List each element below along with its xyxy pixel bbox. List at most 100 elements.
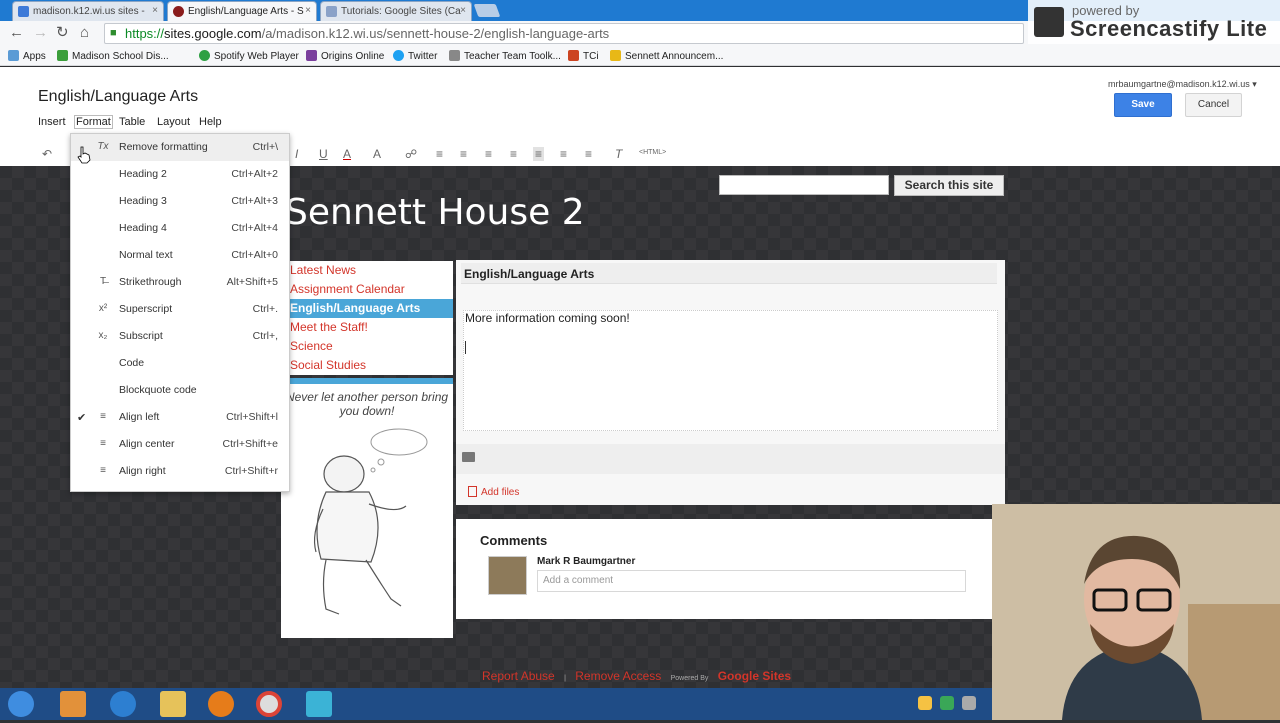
menu-item-shortcut: Ctrl+\ — [252, 141, 278, 153]
bookmark-twitter[interactable]: Twitter — [393, 50, 437, 62]
chrome-icon[interactable] — [256, 691, 282, 717]
remove-formatting-icon[interactable]: T — [615, 147, 622, 161]
address-bar[interactable]: ■ https://sites.google.com/a/madison.k12… — [104, 23, 1024, 44]
nav-item-meet-the-staff[interactable]: Meet the Staff! — [281, 318, 453, 337]
menu-item-blockquote-code[interactable]: Blockquote code — [71, 377, 289, 404]
menu-item-label: Remove formatting — [119, 141, 208, 153]
menu-item-code[interactable]: Code — [71, 350, 289, 377]
bookmark-tci[interactable]: TCi — [568, 50, 599, 62]
save-button[interactable]: Save — [1114, 93, 1172, 117]
back-arrow-icon[interactable]: ← — [9, 25, 24, 41]
report-abuse-link[interactable]: Report Abuse — [482, 669, 555, 683]
spotify-icon — [199, 50, 210, 61]
content-editor[interactable]: More information coming soon! — [463, 310, 998, 431]
undo-icon[interactable]: ↶ — [42, 147, 52, 161]
app-icon[interactable] — [306, 691, 332, 717]
bookmarks-bar: Apps Madison School Dis... Spotify Web P… — [0, 46, 1280, 66]
text-color-icon[interactable]: A — [343, 147, 351, 161]
menu-item-superscript[interactable]: x² Superscript Ctrl+. — [71, 296, 289, 323]
bookmark-sennett[interactable]: Sennett Announcem... — [610, 50, 723, 62]
app-grid-icon[interactable] — [60, 691, 86, 717]
menu-item-label: Align center — [119, 438, 175, 450]
tray-icon[interactable] — [918, 696, 932, 710]
close-icon[interactable]: × — [152, 5, 158, 16]
tray-icon[interactable] — [940, 696, 954, 710]
outdent-icon[interactable]: ≡ — [485, 147, 492, 161]
highlight-color-icon[interactable]: A — [373, 147, 381, 161]
cancel-button[interactable]: Cancel — [1185, 93, 1242, 117]
menu-item-label: Superscript — [119, 303, 173, 315]
menu-layout[interactable]: Layout — [157, 116, 190, 128]
search-site-button[interactable]: Search this site — [894, 175, 1004, 196]
menu-item-heading-2[interactable]: Heading 2 Ctrl+Alt+2 — [71, 161, 289, 188]
folder-icon[interactable] — [160, 691, 186, 717]
browser-tab-3[interactable]: Tutorials: Google Sites (Ca × — [320, 1, 472, 21]
tray-icon[interactable] — [962, 696, 976, 710]
underline-icon[interactable]: U — [319, 147, 328, 161]
menu-help[interactable]: Help — [199, 116, 222, 128]
menu-format[interactable]: Format — [74, 115, 113, 129]
reload-icon[interactable]: ↻ — [56, 25, 69, 41]
bookmark-label: Twitter — [408, 51, 438, 62]
menu-item-label: Subscript — [119, 330, 163, 342]
menu-item-shortcut: Ctrl+Alt+4 — [231, 222, 278, 234]
menu-item-label: Blockquote code — [119, 384, 197, 396]
remove-access-link[interactable]: Remove Access — [575, 669, 661, 683]
attachments-bar — [456, 444, 1005, 474]
link-icon[interactable]: ☍ — [405, 147, 417, 161]
bookmark-madison-school[interactable]: Madison School Dis... — [57, 50, 169, 62]
bookmark-spotify[interactable]: Spotify Web Player — [199, 50, 299, 62]
menu-item-strikethrough[interactable]: T̶ Strikethrough Alt+Shift+5 — [71, 269, 289, 296]
bookmark-label: Madison School Dis... — [72, 51, 169, 62]
menu-item-subscript[interactable]: x₂ Subscript Ctrl+, — [71, 323, 289, 350]
nav-item-english-language-arts[interactable]: English/Language Arts — [281, 299, 453, 318]
user-email[interactable]: mrbaumgartne@madison.k12.wi.us ▾ — [1108, 79, 1257, 90]
align-left-icon[interactable]: ≡ — [533, 147, 545, 161]
html-button[interactable]: <HTML> — [639, 149, 666, 156]
tab-title: Tutorials: Google Sites (Ca — [341, 6, 461, 17]
nav-item-latest-news[interactable]: Latest News — [281, 261, 453, 280]
media-player-icon[interactable] — [208, 691, 234, 717]
bookmark-origins[interactable]: Origins Online — [306, 50, 384, 62]
comment-input[interactable]: Add a comment — [537, 570, 966, 592]
menu-item-align-right[interactable]: ≡ Align right Ctrl+Shift+r — [71, 458, 289, 485]
nav-item-science[interactable]: Science — [281, 337, 453, 356]
browser-tab-1[interactable]: madison.k12.wi.us sites - × — [12, 1, 164, 21]
footer-separator: | — [564, 675, 566, 682]
site-search-input[interactable] — [719, 175, 889, 195]
home-icon[interactable]: ⌂ — [80, 25, 89, 41]
menu-item-align-left[interactable]: ✔ ≡ Align left Ctrl+Shift+l — [71, 404, 289, 431]
menu-item-label: Align left — [119, 411, 160, 423]
bulleted-list-icon[interactable]: ≡ — [460, 147, 467, 161]
align-center-icon[interactable]: ≡ — [560, 147, 567, 161]
subscript-icon: x₂ — [98, 330, 108, 341]
sidebar-cartoon: Never let another person bring you down! — [281, 384, 453, 638]
browser-tab-2[interactable]: English/Language Arts - S × — [167, 1, 317, 21]
align-right-icon: ≡ — [100, 465, 106, 476]
indent-icon[interactable]: ≡ — [510, 147, 517, 161]
close-icon[interactable]: × — [305, 5, 311, 16]
menu-item-remove-formatting[interactable]: Tx Remove formatting Ctrl+\ — [71, 134, 289, 161]
menu-insert[interactable]: Insert — [38, 116, 66, 128]
menu-item-heading-4[interactable]: Heading 4 Ctrl+Alt+4 — [71, 215, 289, 242]
internet-explorer-icon[interactable] — [110, 691, 136, 717]
italic-icon[interactable]: I — [295, 147, 298, 161]
superscript-icon: x² — [98, 303, 108, 314]
tab-favicon-icon — [326, 6, 337, 17]
close-icon[interactable]: × — [460, 5, 466, 16]
numbered-list-icon[interactable]: ≡ — [436, 147, 443, 161]
google-sites-link[interactable]: Google Sites — [718, 669, 791, 683]
menu-item-normal-text[interactable]: Normal text Ctrl+Alt+0 — [71, 242, 289, 269]
menu-item-align-center[interactable]: ≡ Align center Ctrl+Shift+e — [71, 431, 289, 458]
bookmark-teacher-team[interactable]: Teacher Team Toolk... — [449, 50, 561, 62]
new-tab-button[interactable] — [473, 4, 501, 17]
menu-table[interactable]: Table — [119, 116, 145, 128]
nav-item-assignment-calendar[interactable]: Assignment Calendar — [281, 280, 453, 299]
bookmark-apps[interactable]: Apps — [8, 50, 46, 62]
nav-item-social-studies[interactable]: Social Studies — [281, 356, 453, 375]
align-right-icon[interactable]: ≡ — [585, 147, 592, 161]
add-files-link[interactable]: Add files — [468, 486, 519, 498]
menu-item-heading-3[interactable]: Heading 3 Ctrl+Alt+3 — [71, 188, 289, 215]
start-button-icon[interactable] — [8, 691, 34, 717]
forward-arrow-icon[interactable]: → — [33, 25, 48, 41]
